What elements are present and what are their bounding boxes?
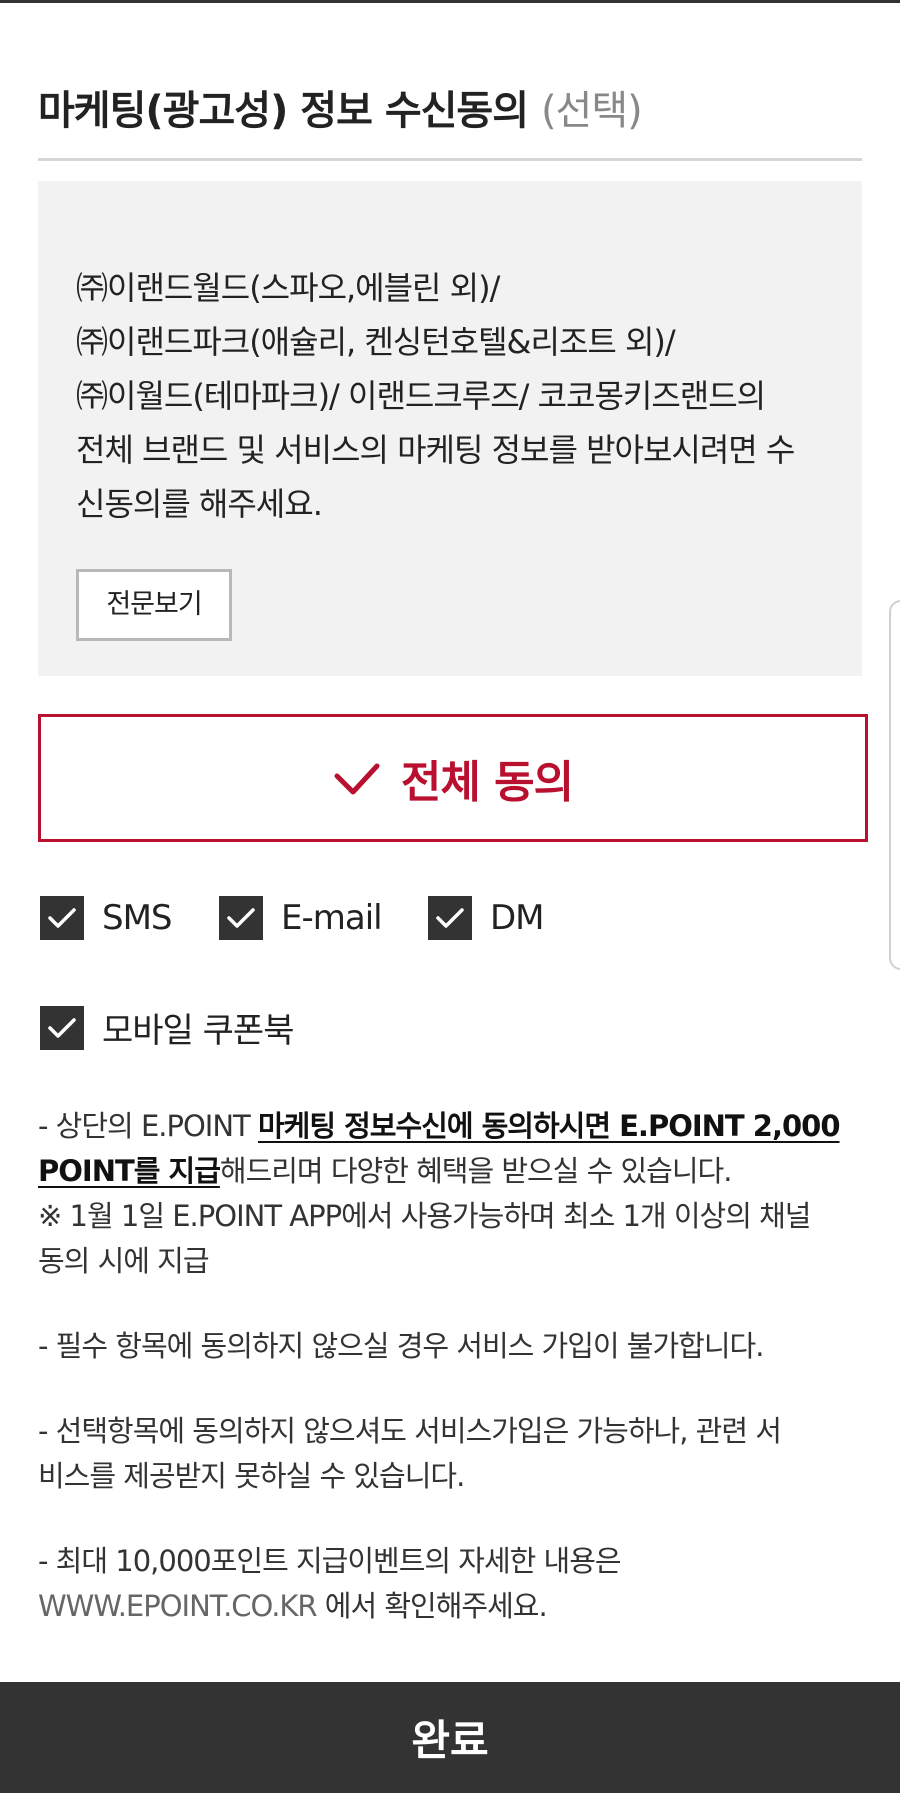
- epoint-link[interactable]: WWW.EPOINT.CO.KR: [38, 1589, 318, 1623]
- description-line: ㈜이랜드파크(애슐리, 켄싱턴호텔&리조트 외)/: [76, 323, 676, 361]
- email-checkbox[interactable]: E-mail: [219, 896, 383, 940]
- description-line: ㈜이랜드월드(스파오,에블린 외)/: [76, 269, 500, 307]
- title-text: 마케팅(광고성) 정보 수신동의: [38, 88, 529, 134]
- top-divider: [0, 0, 900, 3]
- description-line: ㈜이월드(테마파크)/ 이랜드크루즈/ 코코몽키즈랜드의: [76, 377, 766, 415]
- sms-checkbox[interactable]: SMS: [40, 896, 172, 940]
- notice-line: ※ 1월 1일 E.POINT APP에서 사용가능하며 최소 1개 이상의 채…: [38, 1199, 812, 1233]
- notice-line: 비스를 제공받지 못하실 수 있습니다.: [38, 1459, 465, 1493]
- consent-description: ㈜이랜드월드(스파오,에블린 외)/ ㈜이랜드파크(애슐리, 켄싱턴호텔&리조트…: [76, 261, 836, 531]
- checkbox-checked-icon: [219, 896, 263, 940]
- checkbox-checked-icon: [40, 1005, 84, 1050]
- notice-highlight: POINT를 지급: [38, 1154, 221, 1188]
- notice-line: - 상단의 E.POINT 마케팅 정보수신에 동의하시면 E.POINT 2,…: [38, 1104, 868, 1149]
- agree-all-label: 전체 동의: [400, 757, 574, 808]
- dm-checkbox[interactable]: DM: [428, 896, 545, 940]
- notice-text: 에서 확인해주세요.: [316, 1589, 548, 1623]
- consent-info-box: ㈜이랜드월드(스파오,에블린 외)/ ㈜이랜드파크(애슐리, 켄싱턴호텔&리조트…: [38, 181, 862, 676]
- sms-label: SMS: [102, 898, 172, 938]
- description-line: 신동의를 해주세요.: [76, 485, 323, 523]
- edge-panel-handle[interactable]: [889, 600, 900, 970]
- email-label: E-mail: [281, 898, 383, 938]
- notice-line: 동의 시에 지급: [38, 1244, 210, 1278]
- checkbox-checked-icon: [40, 896, 84, 940]
- notice-list: - 상단의 E.POINT 마케팅 정보수신에 동의하시면 E.POINT 2,…: [38, 1104, 868, 1629]
- notice-line: POINT를 지급해드리며 다양한 혜택을 받으실 수 있습니다.: [38, 1149, 868, 1194]
- mobile-couponbook-label: 모바일 쿠폰북: [102, 1011, 294, 1051]
- notice-text: 해드리며 다양한 혜택을 받으실 수 있습니다.: [219, 1154, 733, 1188]
- done-label: 완료: [411, 1716, 489, 1765]
- notice-line: WWW.EPOINT.CO.KR 에서 확인해주세요.: [38, 1584, 868, 1629]
- view-full-text-button[interactable]: 전문보기: [76, 569, 232, 641]
- mobile-couponbook-checkbox[interactable]: 모바일 쿠폰북: [40, 1003, 294, 1052]
- dm-label: DM: [490, 898, 545, 938]
- description-line: 전체 브랜드 및 서비스의 마케팅 정보를 받아보시려면 수: [76, 431, 795, 469]
- notice-line: - 선택항목에 동의하지 않으셔도 서비스가입은 가능하나, 관련 서: [38, 1414, 782, 1448]
- page-title: 마케팅(광고성) 정보 수신동의 (선택): [38, 78, 862, 161]
- done-button[interactable]: 완료: [0, 1682, 900, 1793]
- title-optional-tag: (선택): [540, 88, 643, 134]
- checkbox-checked-icon: [428, 896, 472, 940]
- agree-all-button[interactable]: 전체 동의: [38, 714, 868, 842]
- notice-line: - 최대 10,000포인트 지급이벤트의 자세한 내용은: [38, 1544, 622, 1578]
- notice-highlight: 마케팅 정보수신에 동의하시면 E.POINT 2,000: [257, 1109, 841, 1143]
- notice-line: - 필수 항목에 동의하지 않으실 경우 서비스 가입이 불가합니다.: [38, 1329, 764, 1363]
- checkmark-icon: [334, 763, 380, 795]
- notice-text: - 상단의 E.POINT: [38, 1109, 258, 1143]
